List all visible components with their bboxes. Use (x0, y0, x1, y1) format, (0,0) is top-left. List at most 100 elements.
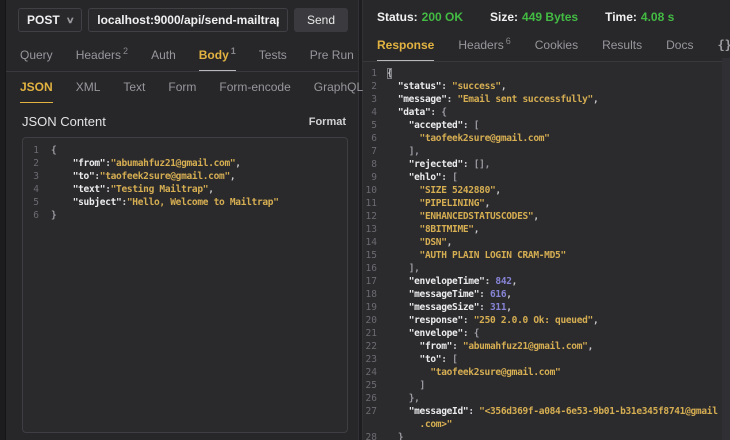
tab-results[interactable]: Results (602, 38, 642, 52)
line-number: 12 (365, 211, 377, 222)
code-line: 28 } (363, 431, 730, 440)
code-text: "ENHANCEDSTATUSCODES", (419, 211, 540, 222)
line-number: 23 (365, 354, 377, 365)
body-type-tabs: JSON XML Text Form Form-encode GraphQL B… (6, 72, 420, 103)
tab-response-headers[interactable]: Headers 6 (458, 36, 510, 52)
tab-json[interactable]: JSON (20, 80, 53, 103)
code-line: 8 "rejected": [], (363, 158, 730, 171)
line-number: 28 (365, 432, 377, 440)
rest-client-window: POST ∨ Send Query Headers2 Auth Body1 Te… (0, 0, 730, 440)
tab-cookies[interactable]: Cookies (535, 38, 578, 52)
method-label: POST (27, 13, 60, 27)
code-text: ], (408, 263, 420, 274)
code-text: "taofeek2sure@gmail.com" (419, 133, 550, 144)
code-line: 19 "messageSize": 311, (363, 301, 730, 314)
method-select[interactable]: POST ∨ (18, 8, 83, 32)
line-number: 21 (365, 328, 377, 339)
url-input[interactable] (88, 8, 288, 32)
code-text: "text":"Testing Mailtrap", (72, 184, 214, 195)
line-number: 1 (371, 68, 377, 79)
line-number: 20 (365, 315, 377, 326)
code-line: 17 "envelopeTime": 842, (363, 275, 730, 288)
line-number: 17 (365, 276, 377, 287)
code-text: "taofeek2sure@gmail.com" (430, 367, 561, 378)
code-line: .com>" (363, 418, 730, 431)
line-number: 3 (371, 94, 377, 105)
tab-response[interactable]: Response (377, 38, 435, 61)
response-tabs: Response Headers 6 Cookies Results Docs {… (363, 28, 730, 62)
code-line: 21 "envelope": { (363, 327, 730, 340)
code-line: 7 ], (363, 145, 730, 158)
code-text: { (387, 68, 393, 79)
response-scrollbar[interactable] (722, 58, 730, 440)
request-bar: POST ∨ Send (6, 0, 358, 38)
size-badge: Size: 449 Bytes (490, 10, 579, 24)
code-line: 6} (23, 209, 347, 222)
code-line: 3 "to":"taofeek2sure@gmail.com", (23, 170, 347, 183)
request-body-editor[interactable]: 1{2 "from":"abumahfuz21@gmail.com", 3 "to… (22, 137, 348, 433)
status-badge: Status: 200 OK (377, 10, 464, 24)
code-line: 2 "status": "success", (363, 80, 730, 93)
line-number: 5 (371, 120, 377, 131)
line-number: 16 (365, 263, 377, 274)
line-number: 26 (365, 393, 377, 404)
tab-graphql[interactable]: GraphQL (314, 80, 363, 94)
tab-query[interactable]: Query (20, 48, 53, 62)
format-button[interactable]: Format (309, 116, 346, 128)
line-number: 2 (371, 81, 377, 92)
line-number: 2 (33, 158, 39, 169)
code-text: }, (408, 393, 420, 404)
code-text: .com>" (419, 419, 453, 430)
code-text: } (397, 432, 404, 440)
tab-form[interactable]: Form (168, 80, 196, 94)
time-badge: Time: 4.08 s (605, 10, 675, 24)
tab-xml[interactable]: XML (76, 80, 101, 94)
code-text: "envelopeTime": 842, (408, 276, 518, 287)
tab-tests[interactable]: Tests (259, 48, 287, 62)
tab-headers[interactable]: Headers 2 (76, 46, 128, 62)
line-number: 24 (365, 367, 377, 378)
code-text: "8BITMIME", (419, 224, 480, 235)
braces-icon[interactable]: {} (717, 38, 730, 52)
code-text: "rejected": [], (408, 159, 491, 170)
line-number: 25 (365, 380, 377, 391)
json-content-title: JSON Content (22, 114, 106, 129)
line-number: 8 (371, 159, 377, 170)
code-text: "PIPELINING", (419, 198, 491, 209)
tab-pre-run[interactable]: Pre Run (310, 48, 354, 62)
code-line: 18 "messageTime": 616, (363, 288, 730, 301)
send-button[interactable]: Send (293, 8, 348, 32)
code-line: 24 "taofeek2sure@gmail.com" (363, 366, 730, 379)
tab-body[interactable]: Body 1 (198, 46, 236, 71)
tab-text[interactable]: Text (123, 80, 145, 94)
code-text: ] (419, 380, 426, 391)
tab-auth[interactable]: Auth (151, 48, 176, 62)
code-line: 10 "SIZE 5242880", (363, 184, 730, 197)
line-number: 5 (33, 197, 39, 208)
code-text: "to":"taofeek2sure@gmail.com", (72, 171, 236, 182)
code-text: "message": "Email sent successfully", (397, 94, 599, 105)
response-status-row: Status: 200 OK Size: 449 Bytes Time: 4.08 s (363, 0, 730, 28)
line-number: 13 (365, 224, 377, 235)
body-count-badge: 1 (230, 46, 236, 56)
code-text: "ehlo": [ (408, 172, 458, 183)
code-text: "messageId": "<356d369f-a084-6e53-9b01-b… (408, 406, 718, 417)
code-text: "data": { (397, 107, 447, 118)
tab-docs[interactable]: Docs (666, 38, 693, 52)
code-text: "from": "abumahfuz21@gmail.com", (419, 341, 594, 352)
code-text: "envelope": { (408, 328, 480, 339)
line-number: 4 (33, 184, 39, 195)
code-text: "subject":"Hello, Welcome to Mailtrap" (72, 197, 279, 208)
line-number: 4 (371, 107, 377, 118)
response-editor[interactable]: 1 {2 "status": "success", 3 "message": "Em… (363, 62, 730, 440)
code-line: 16 ], (363, 262, 730, 275)
tab-form-encode[interactable]: Form-encode (219, 80, 290, 94)
response-tab-icons: {} (717, 38, 730, 52)
line-number: 27 (365, 406, 377, 417)
code-text: "messageSize": 311, (408, 302, 512, 313)
line-number: 6 (33, 210, 39, 221)
line-number: 10 (365, 185, 377, 196)
chevron-down-icon: ∨ (65, 14, 75, 25)
code-text: ], (408, 146, 420, 157)
response-panel: Status: 200 OK Size: 449 Bytes Time: 4.08 s… (363, 0, 730, 440)
